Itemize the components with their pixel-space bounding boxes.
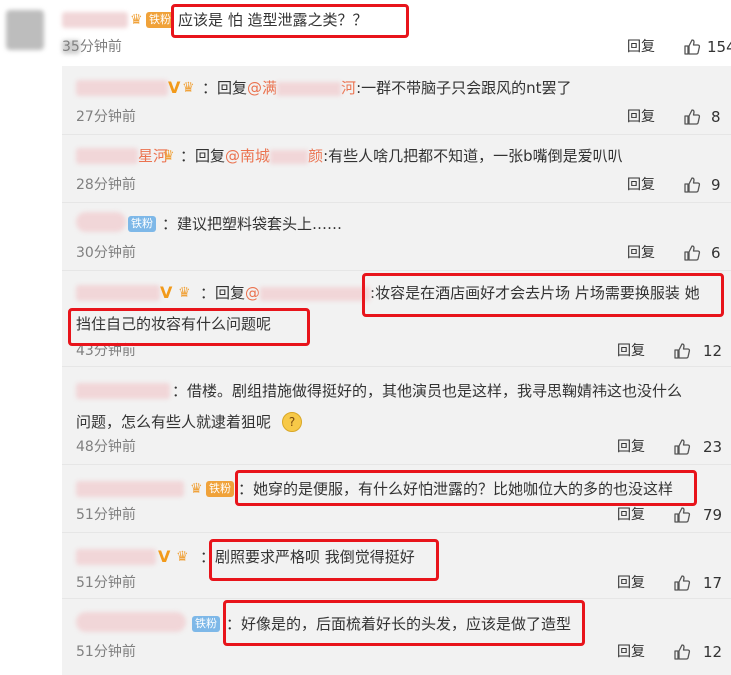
timestamp: 51分钟前 <box>76 644 136 660</box>
like-count: 154 <box>707 38 731 56</box>
username[interactable] <box>76 212 126 232</box>
crown-icon: ♛ <box>130 12 143 28</box>
reply-text-line2: 问题，怎么有些人就逮着狙呢 <box>76 413 272 431</box>
timestamp: 51分钟前 <box>76 507 136 523</box>
like-count: 8 <box>711 108 721 126</box>
username[interactable] <box>76 148 138 164</box>
thumbs-up-icon[interactable] <box>673 342 691 360</box>
reply-button[interactable]: 回复 <box>617 342 645 360</box>
thumbs-up-icon[interactable] <box>683 38 701 56</box>
thumbs-up-icon[interactable] <box>683 176 701 194</box>
fan-badge: 铁粉 <box>192 616 220 632</box>
reply-text: ：回复@南城 颜:有些人啥几把都不知道，一张b嘴倒是爱叭叭 <box>180 147 623 165</box>
username[interactable] <box>76 481 184 497</box>
username[interactable] <box>76 285 160 301</box>
fan-badge: 铁粉 <box>146 12 174 28</box>
divider <box>62 270 731 271</box>
reply-text: ：回复@满 河:一群不带脑子只会跟风的nt罢了 <box>202 79 572 97</box>
reply-button[interactable]: 回复 <box>627 244 655 262</box>
timestamp: 51分钟前 <box>76 575 136 591</box>
username[interactable] <box>76 549 156 565</box>
timestamp: 43分钟前 <box>76 343 136 359</box>
username[interactable] <box>76 612 186 632</box>
reply-text: ：她穿的是便服，有什么好怕泄露的？比她咖位大的多的也没这样 <box>238 480 674 498</box>
reply-button[interactable]: 回复 <box>617 574 645 592</box>
timestamp: 35分钟前 <box>62 39 122 55</box>
thumbs-up-icon[interactable] <box>673 438 691 456</box>
reply-button[interactable]: 回复 <box>617 438 645 456</box>
crown-icon: ♛ <box>182 80 195 96</box>
reply-button[interactable]: 回复 <box>617 506 645 524</box>
timestamp: 27分钟前 <box>76 109 136 125</box>
divider <box>62 366 731 367</box>
divider <box>62 532 731 533</box>
thumbs-up-icon[interactable] <box>673 574 691 592</box>
mention-link[interactable]: @满 <box>247 79 277 97</box>
fan-badge: 铁粉 <box>206 481 234 497</box>
reply-text: ：借楼。剧组措施做得挺好的，其他演员也是这样，我寻思鞠婧祎这也没什么 <box>172 382 683 400</box>
comment-text: 应该是 怕 造型泄露之类？？ <box>178 11 368 29</box>
verified-icon: V <box>160 283 173 302</box>
like-count: 79 <box>703 506 723 524</box>
timestamp: 28分钟前 <box>76 177 136 193</box>
timestamp: 48分钟前 <box>76 439 136 455</box>
mention-link[interactable]: @南城 <box>225 147 270 165</box>
thumbs-up-icon[interactable] <box>683 244 701 262</box>
like-count: 6 <box>711 244 721 262</box>
username[interactable] <box>76 80 168 96</box>
like-count: 12 <box>703 643 723 661</box>
divider <box>62 202 731 203</box>
divider <box>62 134 731 135</box>
thinking-emoji-icon: ? <box>282 412 302 432</box>
divider <box>62 598 731 599</box>
crown-icon: ♛ <box>176 549 189 565</box>
reply-text: ：好像是的，后面梳着好长的头发，应该是做了造型 <box>226 615 572 633</box>
crown-icon: ♛ <box>178 285 191 301</box>
crown-icon: ♛ <box>190 481 203 497</box>
like-count: 17 <box>703 574 723 592</box>
username[interactable] <box>76 383 170 399</box>
divider <box>62 464 731 465</box>
fan-badge: 铁粉 <box>128 216 156 232</box>
thumbs-up-icon[interactable] <box>673 506 691 524</box>
reply-text: ：回复@:妆容是在酒店画好才会去片场 片场需要换服装 她 <box>200 284 700 302</box>
reply-button[interactable]: 回复 <box>617 643 645 661</box>
like-count: 9 <box>711 176 721 194</box>
reply-text-line2: 挡住自己的妆容有什么问题呢 <box>76 315 272 333</box>
reply-button[interactable]: 回复 <box>627 38 655 56</box>
crown-icon: ♛ <box>162 148 175 164</box>
verified-icon: V <box>158 547 171 566</box>
reply-text: ：建议把塑料袋套头上…… <box>162 215 343 233</box>
like-count: 23 <box>703 438 723 456</box>
verified-icon: V <box>168 78 181 97</box>
like-count: 12 <box>703 342 723 360</box>
avatar[interactable] <box>6 10 44 50</box>
mention-link[interactable]: @ <box>245 284 260 302</box>
reply-button[interactable]: 回复 <box>627 176 655 194</box>
thumbs-up-icon[interactable] <box>673 643 691 661</box>
thumbs-up-icon[interactable] <box>683 108 701 126</box>
reply-text: ：剧照要求严格呗 我倒觉得挺好 <box>200 548 415 566</box>
timestamp: 30分钟前 <box>76 245 136 261</box>
username[interactable] <box>62 12 128 28</box>
reply-button[interactable]: 回复 <box>627 108 655 126</box>
